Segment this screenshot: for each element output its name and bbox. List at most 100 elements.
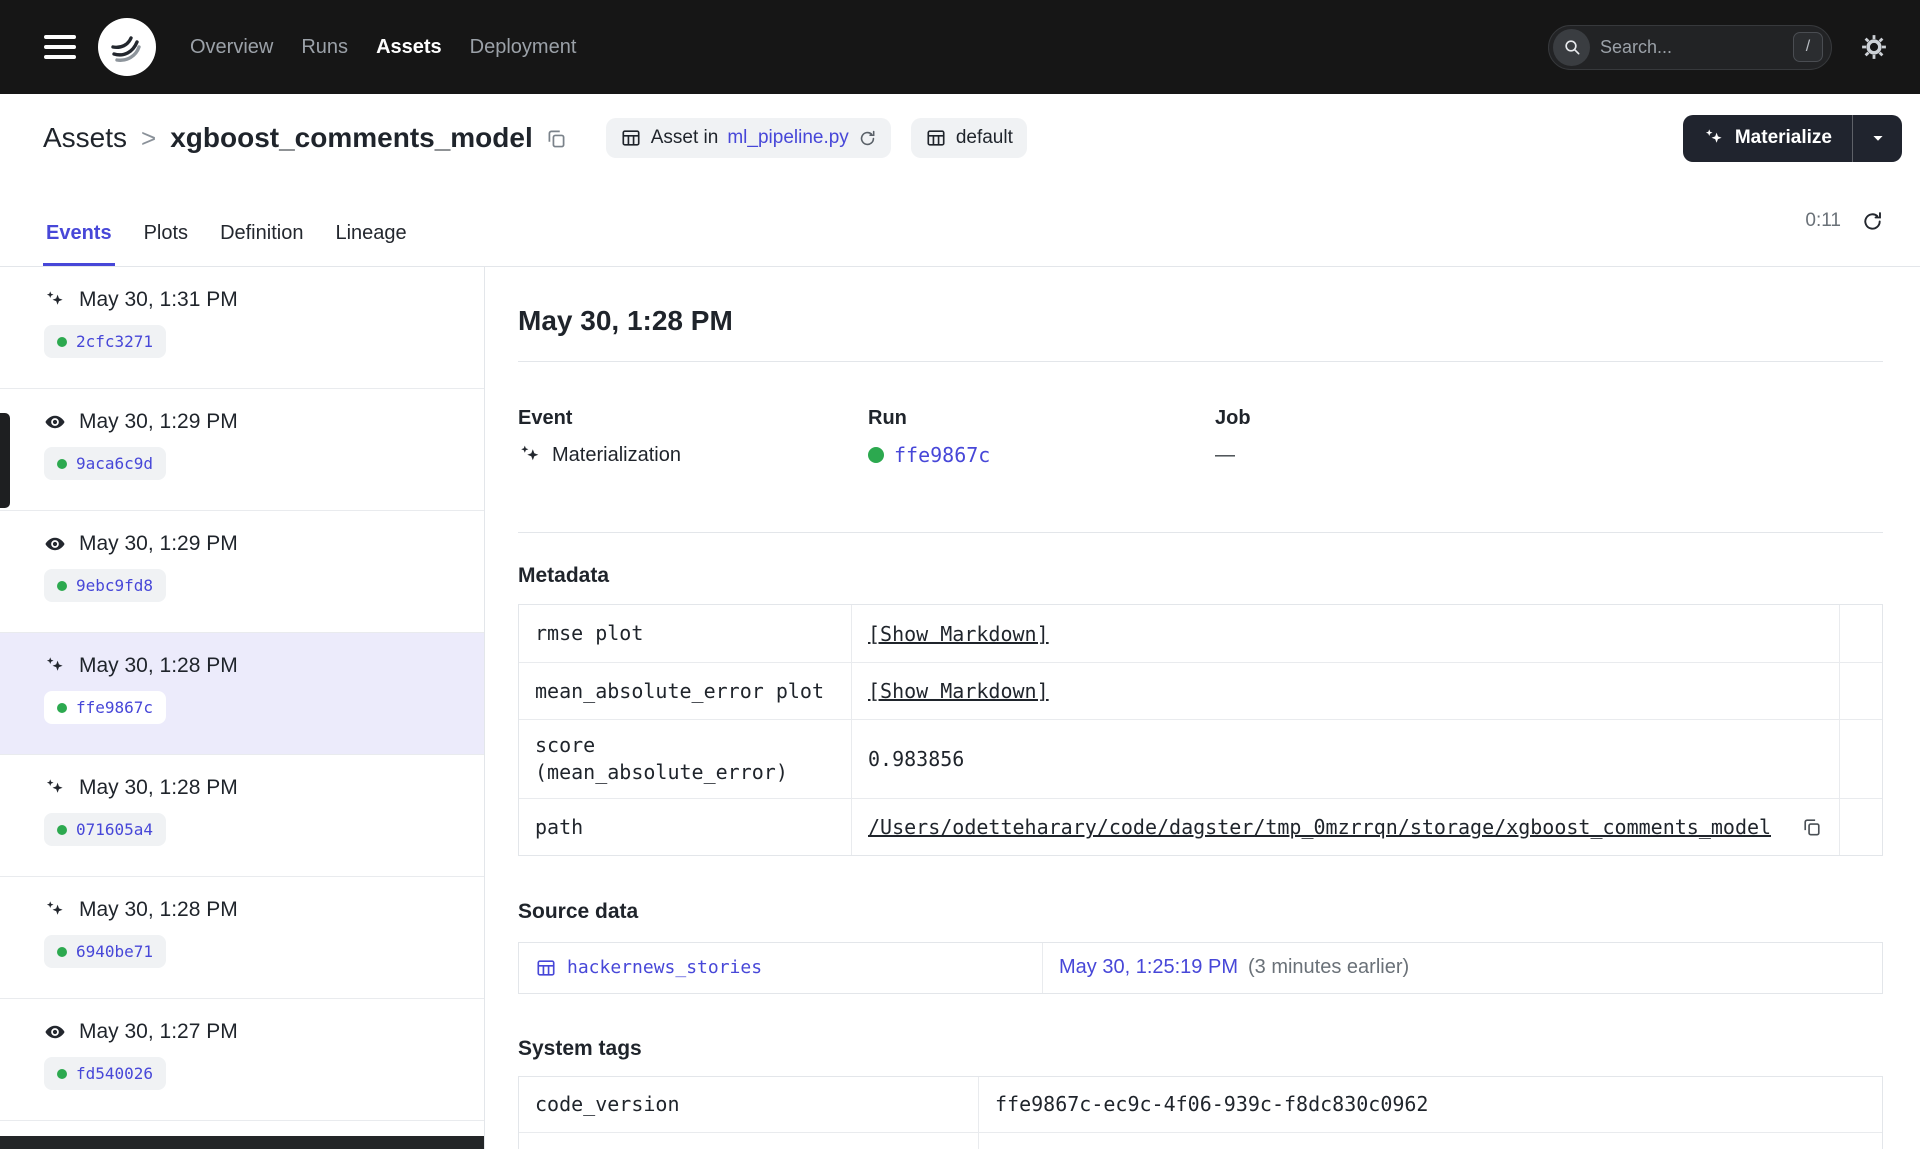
event-timestamp: May 30, 1:27 PM [79,1020,238,1043]
run-id: ffe9867c [76,698,154,717]
code-location-badge[interactable]: Asset in ml_pipeline.py [605,118,891,158]
observation-icon [44,533,66,555]
system-tag-row: code_version ffe9867c-ec9c-4f06-939c-f8d… [519,1076,1882,1133]
run-tag[interactable]: 6940be71 [44,935,167,968]
copy-asset-name-icon[interactable] [545,127,568,150]
nav-link-deployment[interactable]: Deployment [470,36,577,59]
event-list-item[interactable]: May 30, 1:31 PM 2cfc3271 [0,267,484,389]
run-tag[interactable]: 2cfc3271 [44,325,167,358]
run-tag[interactable]: 9ebc9fd8 [44,569,167,602]
tag-value: ffe9867c-ec9c-4f06-939c-f8dc830c0962 [978,1076,1882,1132]
pipeline-file-link[interactable]: ml_pipeline.py [727,127,848,149]
content-area: May 30, 1:31 PM 2cfc3271 May 30, 1:29 PM… [0,267,1920,1149]
event-row: May 30, 1:27 PM [44,1020,468,1044]
nav-link-runs[interactable]: Runs [301,36,348,59]
metadata-key: score (mean_absolute_error) [535,733,788,785]
materialization-icon [518,443,542,467]
run-id-link[interactable]: ffe9867c [894,443,990,467]
group-table-icon [925,127,947,149]
event-row: May 30, 1:31 PM [44,288,468,312]
event-label: Event [518,407,573,430]
breadcrumb-separator: > [141,122,157,153]
asset-group-badge[interactable]: default [910,118,1027,158]
materialization-icon [44,899,66,921]
refresh-area: 0:11 [1805,210,1884,233]
event-row: May 30, 1:29 PM [44,532,468,556]
metadata-heading: Metadata [518,564,610,588]
tab-definition[interactable]: Definition [217,222,306,266]
job-label: Job [1215,407,1251,430]
group-name: default [955,127,1013,148]
run-id: 9aca6c9d [76,454,154,473]
tab-plots[interactable]: Plots [141,222,191,266]
event-list-item[interactable]: May 30, 1:29 PM 9aca6c9d [0,389,484,511]
search-shortcut-badge: / [1793,32,1823,62]
source-data-heading: Source data [518,900,639,924]
breadcrumb-assets-link[interactable]: Assets [43,122,127,154]
run-status-dot [57,946,67,957]
observation-icon [44,1021,66,1043]
top-navbar: Overview Runs Assets Deployment / [0,0,1920,94]
show-markdown-link[interactable]: [Show Markdown] [868,622,1049,646]
source-asset-link[interactable]: hackernews_stories [567,957,762,978]
event-list-item[interactable]: May 30, 1:27 PM fd540026 [0,999,484,1121]
search-box[interactable]: / [1548,24,1832,70]
event-list-item[interactable]: May 30, 1:28 PM 6940be71 [0,877,484,999]
run-tag[interactable]: ffe9867c [44,691,167,724]
search-input[interactable] [1590,36,1793,58]
event-timestamp: May 30, 1:28 PM [79,898,238,921]
metadata-key: rmse plot [535,621,644,646]
event-list-item-selected[interactable]: May 30, 1:28 PM ffe9867c [0,633,484,755]
source-time-note: (3 minutes earlier) [1247,956,1410,979]
event-list: May 30, 1:31 PM 2cfc3271 May 30, 1:29 PM… [0,267,485,1149]
fact-event: Event Materialization [518,406,868,468]
asset-header: Assets > xgboost_comments_model Asset in… [0,94,1920,176]
nav-link-assets[interactable]: Assets [376,36,442,59]
event-list-item[interactable]: May 30, 1:29 PM 9ebc9fd8 [0,511,484,633]
menu-icon[interactable] [44,35,76,59]
event-row: May 30, 1:28 PM [44,898,468,922]
run-tag[interactable]: fd540026 [44,1057,167,1090]
system-tag-row-partial [519,1132,1882,1149]
event-row: May 30, 1:29 PM [44,410,468,434]
run-status-dot [868,447,884,464]
materialize-split-button: Materialize [1682,114,1902,162]
tag-key [519,1133,978,1149]
tab-events[interactable]: Events [43,222,115,266]
settings-gear-icon[interactable] [1860,33,1888,61]
tab-lineage[interactable]: Lineage [332,222,409,266]
nav-link-overview[interactable]: Overview [190,36,273,59]
metadata-row: mean_absolute_error plot [Show Markdown] [519,662,1882,720]
source-time-cell: May 30, 1:25:19 PM (3 minutes earlier) [1042,942,1882,993]
materialize-button[interactable]: Materialize [1683,115,1852,162]
fact-job: Job — [1215,406,1883,468]
reload-location-icon[interactable] [858,129,877,148]
run-tag[interactable]: 071605a4 [44,813,167,846]
metadata-table: rmse plot [Show Markdown] mean_absolute_… [518,604,1883,857]
table-spacer-cell [1839,720,1882,799]
show-markdown-link[interactable]: [Show Markdown] [868,679,1049,703]
materialize-dropdown-caret[interactable] [1853,115,1902,162]
run-id: 2cfc3271 [76,332,154,351]
event-detail-pane: May 30, 1:28 PM Event Materialization Ru… [485,267,1920,1149]
refresh-icon[interactable] [1861,210,1884,233]
event-detail-title: May 30, 1:28 PM [518,305,733,336]
run-id: 9ebc9fd8 [76,576,154,595]
vertical-scrollbar-thumb[interactable] [0,413,10,508]
event-timestamp: May 30, 1:31 PM [79,288,238,311]
event-timestamp: May 30, 1:28 PM [79,776,238,799]
metadata-row: score (mean_absolute_error) 0.983856 [519,719,1882,799]
materialize-label: Materialize [1734,127,1832,148]
asset-table-icon [535,957,557,979]
run-tag[interactable]: 9aca6c9d [44,447,167,480]
storage-path-link[interactable]: /Users/odetteharary/code/dagster/tmp_0mz… [868,815,1771,839]
run-id: 071605a4 [76,820,154,839]
copy-path-icon[interactable] [1801,816,1823,838]
materialize-sparkle-icon [1703,127,1725,149]
event-list-item[interactable]: May 30, 1:28 PM 071605a4 [0,755,484,877]
run-id: fd540026 [76,1064,154,1083]
fact-run: Run ffe9867c [868,406,1215,468]
horizontal-scrollbar[interactable] [0,1136,484,1149]
dagster-logo[interactable] [98,18,156,76]
source-time-link[interactable]: May 30, 1:25:19 PM [1059,956,1238,979]
